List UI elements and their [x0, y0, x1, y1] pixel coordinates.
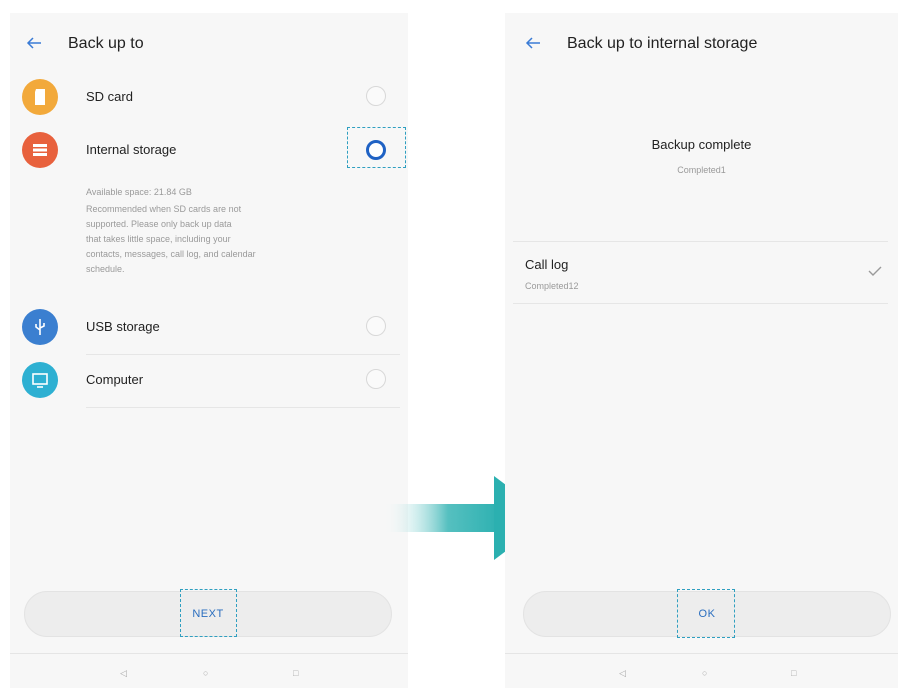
option-internal-storage[interactable]: Internal storage — [22, 126, 400, 178]
nav-recent-icon[interactable]: □ — [791, 668, 796, 678]
highlight-box — [347, 127, 406, 168]
radio-computer[interactable] — [366, 369, 386, 389]
option-sd-card[interactable]: SD card — [22, 73, 400, 125]
divider — [513, 303, 888, 304]
nav-home-icon[interactable]: ○ — [203, 668, 208, 678]
page-title: Back up to — [68, 35, 144, 52]
back-arrow-icon[interactable] — [525, 35, 541, 51]
desc-line: supported. Please only back up data — [86, 219, 232, 229]
list-item: Call log Completed12 — [513, 243, 888, 303]
app-bar: Back up to — [10, 13, 408, 73]
desc-line: schedule. — [86, 264, 125, 274]
option-usb-storage[interactable]: USB storage — [22, 303, 400, 355]
desc-line: contacts, messages, call log, and calend… — [86, 249, 256, 259]
internal-storage-description: Available space: 21.84 GB Recommended wh… — [86, 185, 376, 277]
status-title: Backup complete — [651, 137, 752, 152]
item-label: Call log — [525, 257, 569, 272]
desc-line: that takes little space, including your — [86, 234, 231, 244]
option-computer[interactable]: Computer — [22, 356, 400, 408]
divider — [86, 354, 400, 355]
usb-icon — [22, 309, 58, 345]
back-arrow-icon[interactable] — [26, 35, 42, 51]
sd-card-icon — [22, 79, 58, 115]
backup-complete-screen: Back up to internal storage Backup compl… — [505, 13, 898, 688]
app-bar: Back up to internal storage — [505, 13, 898, 73]
nav-recent-icon[interactable]: □ — [293, 668, 298, 678]
option-label: Internal storage — [86, 142, 177, 157]
nav-home-icon[interactable]: ○ — [702, 668, 707, 678]
highlight-box — [677, 589, 735, 638]
option-label: SD card — [86, 89, 133, 104]
item-status: Completed12 — [525, 281, 579, 291]
status-subtitle: Completed1 — [677, 165, 726, 175]
nav-back-icon[interactable]: ◁ — [619, 668, 626, 679]
radio-sd-card[interactable] — [366, 86, 386, 106]
divider — [513, 241, 888, 242]
option-label: Computer — [86, 372, 144, 387]
option-label: USB storage — [86, 319, 160, 334]
page-title: Back up to internal storage — [567, 35, 758, 52]
checkmark-icon — [868, 266, 882, 276]
desc-line: Recommended when SD cards are not — [86, 204, 242, 214]
navigation-bar: ◁ ○ □ — [505, 653, 898, 688]
backup-destination-screen: Back up to SD card Internal storage Avai… — [10, 13, 408, 688]
nav-back-icon[interactable]: ◁ — [120, 668, 127, 679]
storage-icon — [22, 132, 58, 168]
available-space-text: Available space: 21.84 GB — [86, 187, 192, 197]
computer-icon — [22, 362, 58, 398]
highlight-box — [180, 589, 237, 637]
radio-usb-storage[interactable] — [366, 316, 386, 336]
navigation-bar: ◁ ○ □ — [10, 653, 408, 688]
divider — [86, 407, 400, 408]
